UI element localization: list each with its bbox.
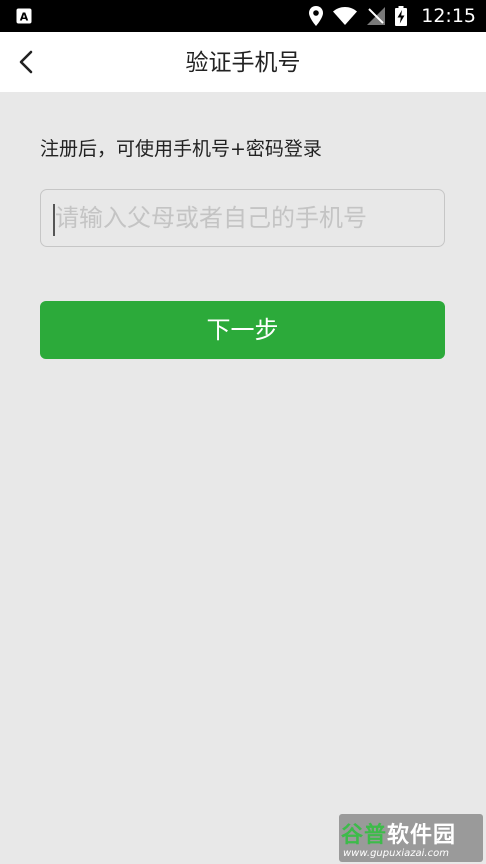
chevron-left-icon	[19, 50, 33, 74]
phone-input[interactable]	[41, 190, 444, 246]
watermark-brand: 谷普软件园	[341, 817, 456, 849]
location-icon	[309, 6, 324, 26]
text-a-icon: A	[16, 8, 32, 24]
no-sim-icon	[367, 7, 386, 25]
next-button[interactable]: 下一步	[40, 301, 445, 359]
app-header: 验证手机号	[0, 32, 486, 92]
register-hint: 注册后，可使用手机号+密码登录	[40, 138, 322, 160]
svg-text:A: A	[20, 11, 29, 24]
status-time: 12:15	[421, 5, 476, 27]
watermark-url: www.gupuxiazai.com	[343, 848, 449, 859]
page-title: 验证手机号	[185, 50, 301, 76]
phone-input-container	[40, 189, 445, 247]
watermark-logo: 谷普软件园 www.gupuxiazai.com	[339, 814, 483, 862]
battery-charging-icon	[395, 6, 408, 26]
back-button[interactable]	[6, 42, 46, 82]
status-icons: 12:15	[309, 0, 476, 32]
wifi-icon	[333, 7, 358, 25]
status-bar: A 12:15	[0, 0, 486, 32]
watermark-brand-part2: 软件园	[387, 823, 457, 848]
watermark-brand-part1: 谷普	[341, 823, 388, 848]
